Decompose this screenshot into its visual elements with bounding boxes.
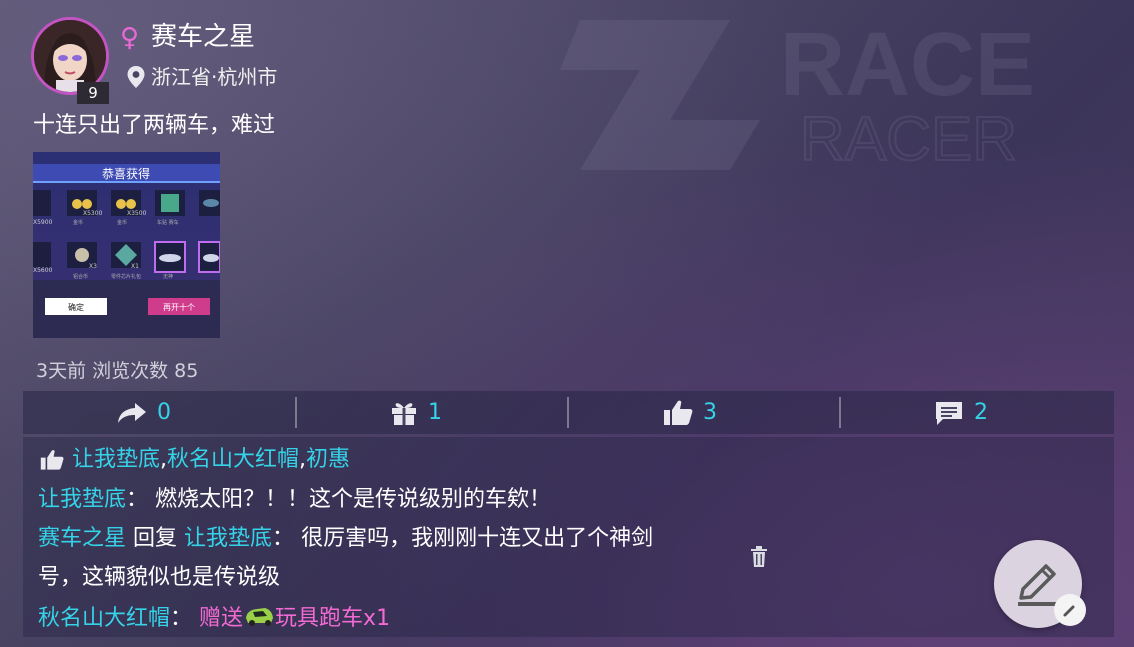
svg-text:RACE: RACE bbox=[780, 15, 1035, 115]
gift-button[interactable]: 1 bbox=[390, 391, 442, 434]
gift-icon bbox=[392, 402, 416, 425]
post-action-bar: 0 1 3 2 bbox=[23, 391, 1114, 434]
comment-button[interactable]: 2 bbox=[934, 391, 988, 434]
divider bbox=[295, 397, 297, 428]
comment-text: 燃烧太阳？！！这个是传说级别的车欸！ bbox=[155, 487, 552, 512]
comment-item[interactable]: 让我垫底： 燃烧太阳？！！这个是传说级别的车欸！ bbox=[38, 484, 551, 516]
svg-text:金币: 金币 bbox=[117, 219, 127, 226]
svg-text:铝合币: 铝合币 bbox=[73, 273, 88, 280]
svg-text:X5600: X5600 bbox=[33, 267, 53, 274]
expand-menu-button[interactable] bbox=[1054, 594, 1086, 626]
thumbs-up-icon bbox=[664, 400, 693, 425]
like-button[interactable]: 3 bbox=[663, 391, 717, 434]
race-racer-watermark: RACE RACER bbox=[560, 15, 1035, 175]
svg-text:X3500: X3500 bbox=[127, 210, 147, 217]
post-image-thumbnail[interactable]: 恭喜获得 X5900 X5300 X3500 金币 金币 车贴 赛车 X5600… bbox=[33, 152, 220, 338]
svg-text:确定: 确定 bbox=[68, 302, 84, 312]
divider bbox=[839, 397, 841, 428]
liker-name[interactable]: 初惠 bbox=[306, 444, 350, 476]
like-count: 3 bbox=[703, 400, 717, 425]
svg-text:金币: 金币 bbox=[73, 219, 83, 226]
comment-icon bbox=[936, 401, 962, 425]
gift-item-name: 玩具跑车x1 bbox=[275, 606, 391, 631]
user-location: 浙江省·杭州市 bbox=[151, 65, 278, 89]
reply-target[interactable]: 让我垫底 bbox=[184, 526, 272, 551]
comment-text-continued: 号，这辆貌似也是传说级 bbox=[38, 565, 281, 590]
svg-text:RACER: RACER bbox=[800, 105, 1017, 174]
chevron-icon bbox=[1063, 605, 1075, 617]
comment-author[interactable]: 秋名山大红帽 bbox=[38, 606, 170, 631]
post-meta: 3天前 浏览次数 85 bbox=[36, 360, 199, 382]
svg-text:恭喜获得: 恭喜获得 bbox=[102, 166, 150, 181]
post-text: 十连只出了两辆车，难过 bbox=[33, 113, 276, 138]
svg-text:X5900: X5900 bbox=[33, 219, 53, 226]
username[interactable]: 赛车之星 bbox=[151, 20, 255, 54]
share-icon bbox=[118, 402, 146, 423]
divider bbox=[567, 397, 569, 428]
share-button[interactable]: 0 bbox=[117, 391, 171, 434]
liker-name[interactable]: 秋名山大红帽 bbox=[167, 444, 299, 476]
liker-separator: , bbox=[299, 447, 307, 472]
svg-text:X3: X3 bbox=[89, 263, 97, 270]
level-badge: 9 bbox=[77, 82, 109, 104]
reply-word: 回复 bbox=[133, 526, 178, 551]
gift-count: 1 bbox=[428, 400, 442, 425]
comment-item[interactable]: 秋名山大红帽： 赠送 玩具跑车x1 bbox=[38, 603, 390, 635]
female-icon: ♀ bbox=[120, 23, 140, 53]
comments-panel: 让我垫底 , 秋名山大红帽 , 初惠 让我垫底： 燃烧太阳？！！这个是传说级别的… bbox=[23, 437, 1114, 637]
comment-author[interactable]: 让我垫底 bbox=[38, 487, 126, 512]
svg-text:无神: 无神 bbox=[163, 273, 173, 280]
location-pin-icon bbox=[127, 66, 145, 88]
comment-colon: ： bbox=[272, 526, 295, 551]
comment-text: 很厉害吗，我刚刚十连又出了个神剑 bbox=[301, 526, 654, 551]
comment-colon: ： bbox=[126, 487, 149, 512]
thumbs-up-icon bbox=[40, 450, 64, 470]
svg-text:X5300: X5300 bbox=[83, 210, 103, 217]
comment-count: 2 bbox=[974, 400, 988, 425]
comment-author[interactable]: 赛车之星 bbox=[38, 526, 126, 551]
comment-colon: ： bbox=[170, 606, 193, 631]
svg-text:再开十个: 再开十个 bbox=[163, 302, 195, 312]
svg-text:车贴 赛车: 车贴 赛车 bbox=[157, 219, 179, 226]
delete-trash-icon[interactable] bbox=[749, 545, 769, 569]
toy-car-icon bbox=[246, 608, 274, 626]
svg-text:X1: X1 bbox=[131, 263, 139, 270]
likes-line: 让我垫底 , 秋名山大红帽 , 初惠 bbox=[40, 444, 350, 476]
liker-separator: , bbox=[160, 447, 168, 472]
share-count: 0 bbox=[157, 400, 171, 425]
reward-screenshot: 恭喜获得 X5900 X5300 X3500 金币 金币 车贴 赛车 X5600… bbox=[33, 152, 220, 338]
liker-name[interactable]: 让我垫底 bbox=[72, 444, 160, 476]
svg-text:零件芯片礼包: 零件芯片礼包 bbox=[111, 273, 141, 280]
gift-action-text: 赠送 bbox=[199, 606, 244, 631]
comment-item[interactable]: 赛车之星 回复 让我垫底： 很厉害吗，我刚刚十连又出了个神剑 bbox=[38, 523, 653, 555]
